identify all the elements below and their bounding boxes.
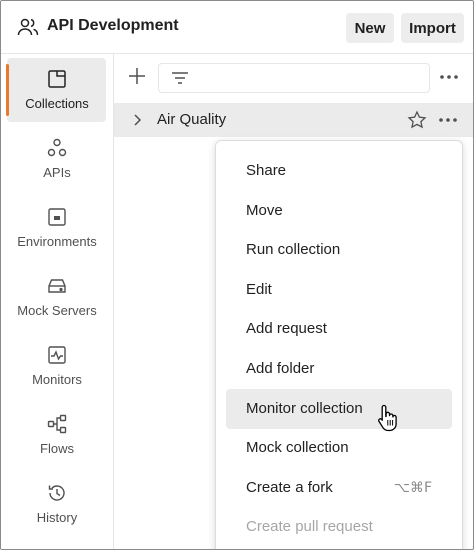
menu-item-label: Monitor collection	[246, 400, 363, 417]
menu-item-label: Share	[246, 162, 287, 179]
collection-more-icon[interactable]	[437, 113, 459, 127]
apis-icon	[47, 138, 67, 157]
import-button[interactable]: Import	[401, 13, 464, 43]
sidebar-item-label: Mock Servers	[17, 303, 97, 318]
menu-item-label: Add folder	[246, 360, 315, 377]
menu-item-add-folder[interactable]: Add folder	[226, 349, 452, 389]
more-options-icon[interactable]	[438, 69, 460, 85]
sidebar-item-flows[interactable]: Flows	[7, 403, 106, 467]
collections-icon	[48, 70, 66, 88]
menu-item-label: Run collection	[246, 241, 341, 258]
history-icon	[48, 485, 65, 501]
collection-row[interactable]: Air Quality	[114, 103, 473, 137]
sidebar-item-monitors[interactable]: Monitors	[7, 334, 106, 398]
sidebar: Collections APIs Environments Mock Serve…	[1, 54, 114, 549]
menu-item-share[interactable]: Share	[226, 151, 452, 191]
workspace-title[interactable]: API Development	[47, 17, 179, 35]
sidebar-item-label: Monitors	[32, 372, 82, 387]
menu-item-label: Add request	[246, 320, 327, 337]
filter-search-box[interactable]	[158, 63, 430, 93]
sidebar-item-label: Collections	[25, 96, 89, 111]
menu-item-add-request[interactable]: Add request	[226, 309, 452, 349]
filter-icon	[172, 72, 188, 84]
menu-item-edit[interactable]: Edit	[226, 270, 452, 310]
mock-servers-icon	[48, 279, 66, 293]
collection-name[interactable]: Air Quality	[157, 111, 226, 128]
menu-item-label: Move	[246, 202, 283, 219]
add-collection-plus-icon[interactable]	[125, 64, 149, 88]
menu-item-monitor-collection[interactable]: Monitor collection	[226, 389, 452, 429]
menu-item-label: Create a fork	[246, 479, 333, 496]
sidebar-item-environments[interactable]: Environments	[7, 196, 106, 260]
menu-item-run-collection[interactable]: Run collection	[226, 230, 452, 270]
star-icon[interactable]	[407, 110, 427, 130]
menu-item-mock-collection[interactable]: Mock collection	[226, 428, 452, 468]
app-window: API Development New Import Collections A…	[0, 0, 474, 550]
sidebar-item-label: History	[36, 510, 78, 525]
hand-pointer-cursor-icon	[378, 404, 397, 432]
menu-item-label: Edit	[246, 281, 272, 298]
sidebar-item-label: Flows	[40, 441, 74, 456]
collection-context-menu: Share Move Run collection Edit Add reque…	[215, 140, 463, 549]
menu-item-label: Mock collection	[246, 439, 349, 456]
sidebar-item-apis[interactable]: APIs	[7, 127, 106, 191]
chevron-right-icon[interactable]	[131, 113, 143, 127]
environments-icon	[48, 208, 66, 226]
menu-item-label: Create pull request	[246, 518, 373, 535]
menu-item-move[interactable]: Move	[226, 191, 452, 231]
shortcut-hint: ⌥⌘F	[393, 480, 432, 496]
flows-icon	[47, 414, 67, 434]
monitors-icon	[48, 346, 66, 364]
workspace-header: API Development New Import	[1, 1, 473, 54]
sidebar-item-label: APIs	[43, 165, 71, 180]
sidebar-item-collections[interactable]: Collections	[6, 58, 106, 122]
workspace-users-icon	[17, 18, 39, 36]
new-button[interactable]: New	[346, 13, 394, 43]
sidebar-item-label: Environments	[17, 234, 97, 249]
sidebar-item-mock-servers[interactable]: Mock Servers	[7, 265, 106, 329]
menu-item-create-fork[interactable]: Create a fork ⌥⌘F	[226, 468, 452, 508]
sidebar-item-history[interactable]: History	[7, 472, 106, 536]
menu-item-create-pull-request: Create pull request	[226, 507, 452, 547]
